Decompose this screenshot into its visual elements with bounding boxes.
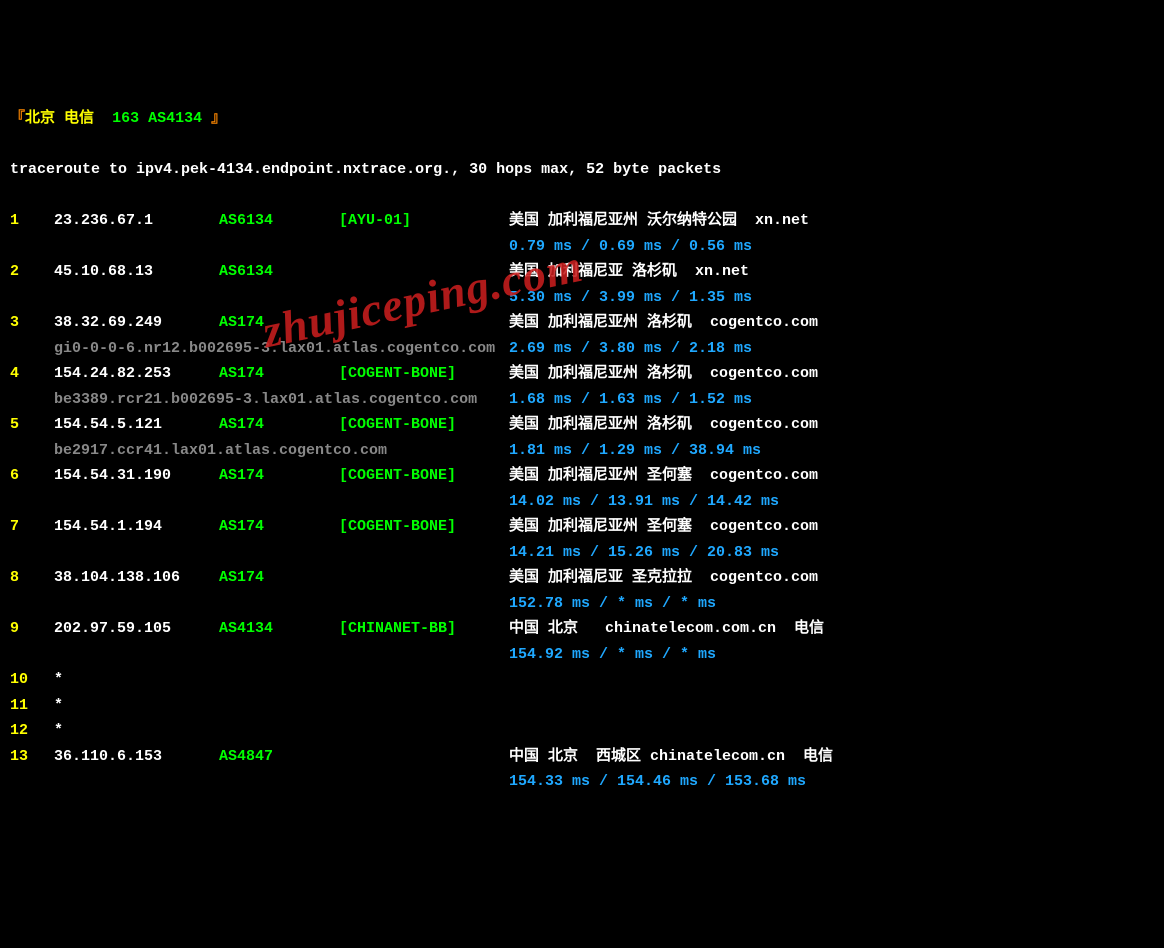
hop-row: 1336.110.6.153AS4847 中国 北京 西城区 chinatelec… (10, 744, 1154, 770)
header-route: 163 (112, 110, 139, 127)
hop-number: 12 (10, 718, 54, 744)
traceroute-output: 123.236.67.1AS6134[AYU-01]美国 加利福尼亚州 沃尔纳特… (10, 208, 1154, 795)
hop-number: 2 (10, 259, 54, 285)
hop-ip: 45.10.68.13 (54, 259, 219, 285)
hop-row: 4154.24.82.253AS174[COGENT-BONE]美国 加利福尼亚… (10, 361, 1154, 387)
hop-row: 5154.54.5.121AS174[COGENT-BONE]美国 加利福尼亚州… (10, 412, 1154, 438)
header-location: 北京 (25, 110, 55, 127)
hop-tag: [COGENT-BONE] (339, 412, 509, 438)
hop-location: 美国 加利福尼亚州 洛杉矶 cogentco.com (509, 365, 818, 382)
hop-number: 1 (10, 208, 54, 234)
hop-dns: gi0-0-0-6.nr12.b002695-3.lax01.atlas.cog… (54, 336, 509, 362)
hop-times: 2.69 ms / 3.80 ms / 2.18 ms (509, 340, 752, 357)
hop-location: 美国 加利福尼亚州 圣何塞 cogentco.com (509, 467, 818, 484)
hop-tag: [COGENT-BONE] (339, 514, 509, 540)
hop-dns-line: gi0-0-0-6.nr12.b002695-3.lax01.atlas.cog… (10, 336, 1154, 362)
hop-number: 9 (10, 616, 54, 642)
hop-location: 中国 北京 chinatelecom.com.cn 电信 (509, 620, 824, 637)
hop-times: 152.78 ms / * ms / * ms (10, 591, 1154, 617)
hop-times: 154.92 ms / * ms / * ms (10, 642, 1154, 668)
hop-number: 11 (10, 693, 54, 719)
hop-ip: 38.104.138.106 (54, 565, 219, 591)
hop-location: 美国 加利福尼亚 圣克拉拉 cogentco.com (509, 569, 818, 586)
hop-times: 14.21 ms / 15.26 ms / 20.83 ms (10, 540, 1154, 566)
hop-asn: AS174 (219, 514, 339, 540)
hop-row: 11* (10, 693, 1154, 719)
hop-row: 338.32.69.249AS174 美国 加利福尼亚州 洛杉矶 cogentco… (10, 310, 1154, 336)
hop-location: 中国 北京 西城区 chinatelecom.cn 电信 (509, 748, 833, 765)
bracket-close: 』 (211, 110, 226, 127)
hop-dns-line: be2917.ccr41.lax01.atlas.cogentco.com1.8… (10, 438, 1154, 464)
hop-number: 7 (10, 514, 54, 540)
hop-asn: AS174 (219, 565, 339, 591)
header-asn: AS4134 (148, 110, 202, 127)
hop-ip: 154.54.1.194 (54, 514, 219, 540)
hop-tag: [COGENT-BONE] (339, 463, 509, 489)
hop-number: 10 (10, 667, 54, 693)
hop-row: 245.10.68.13AS6134 美国 加利福尼亚 洛杉矶 xn.net (10, 259, 1154, 285)
hop-ip: 36.110.6.153 (54, 744, 219, 770)
hop-timeout: * (54, 697, 63, 714)
hop-location: 美国 加利福尼亚州 沃尔纳特公园 xn.net (509, 212, 809, 229)
hop-times: 154.33 ms / 154.46 ms / 153.68 ms (10, 769, 1154, 795)
hop-location: 美国 加利福尼亚 洛杉矶 xn.net (509, 263, 749, 280)
hop-dns-line: be3389.rcr21.b002695-3.lax01.atlas.cogen… (10, 387, 1154, 413)
hop-times: 5.30 ms / 3.99 ms / 1.35 ms (10, 285, 1154, 311)
hop-timeout: * (54, 671, 63, 688)
header-carrier: 电信 (64, 110, 94, 127)
hop-row: 12* (10, 718, 1154, 744)
hop-number: 8 (10, 565, 54, 591)
hop-timeout: * (54, 722, 63, 739)
hop-ip: 38.32.69.249 (54, 310, 219, 336)
hop-tag: [COGENT-BONE] (339, 361, 509, 387)
hop-ip: 23.236.67.1 (54, 208, 219, 234)
hop-ip: 154.24.82.253 (54, 361, 219, 387)
hop-asn: AS4847 (219, 744, 339, 770)
hop-number: 6 (10, 463, 54, 489)
hop-times: 0.79 ms / 0.69 ms / 0.56 ms (10, 234, 1154, 260)
hop-asn: AS6134 (219, 259, 339, 285)
bracket-open: 『 (10, 110, 25, 127)
trace-command-line: traceroute to ipv4.pek-4134.endpoint.nxt… (10, 157, 1154, 183)
hop-asn: AS174 (219, 463, 339, 489)
hop-asn: AS174 (219, 361, 339, 387)
hop-times: 14.02 ms / 13.91 ms / 14.42 ms (10, 489, 1154, 515)
hop-asn: AS174 (219, 310, 339, 336)
hop-row: 9202.97.59.105AS4134[CHINANET-BB]中国 北京 c… (10, 616, 1154, 642)
hop-location: 美国 加利福尼亚州 洛杉矶 cogentco.com (509, 314, 818, 331)
hop-row: 838.104.138.106AS174 美国 加利福尼亚 圣克拉拉 cogent… (10, 565, 1154, 591)
hop-asn: AS174 (219, 412, 339, 438)
hop-row: 7154.54.1.194AS174[COGENT-BONE]美国 加利福尼亚州… (10, 514, 1154, 540)
hop-asn: AS4134 (219, 616, 339, 642)
hop-ip: 154.54.31.190 (54, 463, 219, 489)
hop-ip: 202.97.59.105 (54, 616, 219, 642)
hop-row: 10* (10, 667, 1154, 693)
hop-tag: [AYU-01] (339, 208, 509, 234)
header-line: 『北京 电信 163 AS4134 』 (10, 106, 1154, 132)
hop-location: 美国 加利福尼亚州 圣何塞 cogentco.com (509, 518, 818, 535)
hop-tag: [CHINANET-BB] (339, 616, 509, 642)
hop-location: 美国 加利福尼亚州 洛杉矶 cogentco.com (509, 416, 818, 433)
hop-number: 13 (10, 744, 54, 770)
hop-asn: AS6134 (219, 208, 339, 234)
hop-number: 4 (10, 361, 54, 387)
hop-times: 1.68 ms / 1.63 ms / 1.52 ms (509, 391, 752, 408)
hop-number: 3 (10, 310, 54, 336)
hop-number: 5 (10, 412, 54, 438)
hop-ip: 154.54.5.121 (54, 412, 219, 438)
hop-dns: be3389.rcr21.b002695-3.lax01.atlas.cogen… (54, 387, 509, 413)
hop-dns: be2917.ccr41.lax01.atlas.cogentco.com (54, 438, 509, 464)
hop-row: 123.236.67.1AS6134[AYU-01]美国 加利福尼亚州 沃尔纳特… (10, 208, 1154, 234)
hop-row: 6154.54.31.190AS174[COGENT-BONE]美国 加利福尼亚… (10, 463, 1154, 489)
hop-times: 1.81 ms / 1.29 ms / 38.94 ms (509, 442, 761, 459)
